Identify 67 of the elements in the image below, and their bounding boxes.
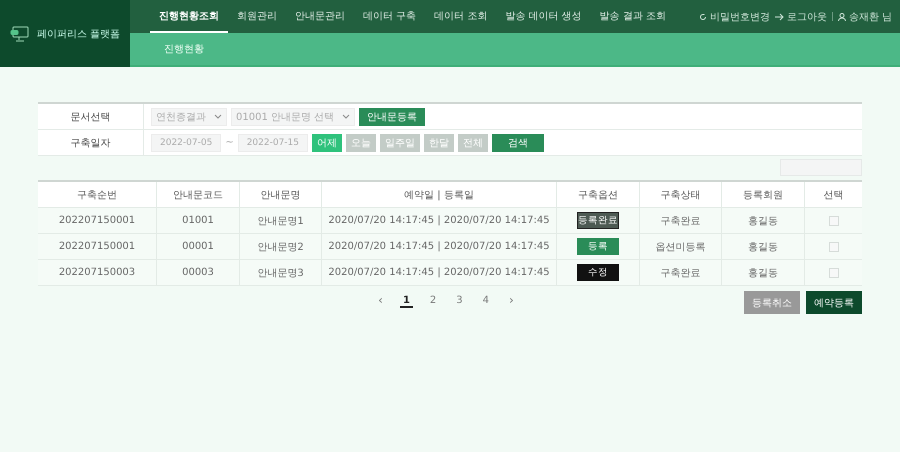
nav-tab[interactable]: 데이터 구축 (354, 0, 426, 33)
table-cell: 옵션미등록 (640, 234, 722, 259)
nav-tab[interactable]: 발송 데이터 생성 (496, 0, 591, 33)
user-icon (838, 12, 846, 20)
cancel-registration-button[interactable]: 등록취소 (744, 291, 800, 314)
next-page-button[interactable]: › (506, 293, 517, 309)
table-cell: 안내문명3 (240, 260, 322, 285)
nav-tab[interactable]: 회원관리 (228, 0, 286, 33)
subnav-item[interactable]: 진행현황 (150, 42, 218, 56)
search-button[interactable]: 검색 (492, 134, 544, 152)
page-link[interactable]: 2 (426, 294, 440, 308)
table-cell: 2020/07/20 14:17:45 | 2020/07/20 14:17:45 (322, 260, 557, 285)
table-cell: 202207150001 (38, 208, 157, 233)
column-header: 구축옵션 (557, 182, 640, 207)
column-header: 구축순번 (38, 182, 157, 207)
logout-link[interactable]: 로그아웃 (774, 10, 827, 24)
table-cell: 202207150001 (38, 234, 157, 259)
table-cell: 2020/07/20 14:17:45 | 2020/07/20 14:17:45 (322, 234, 557, 259)
date-separator: ~ (225, 137, 234, 148)
table-cell: 00003 (157, 260, 240, 285)
chevron-down-icon (214, 114, 222, 119)
platform-title: 페이퍼리스 플랫폼 (36, 28, 120, 40)
column-header: 구축상태 (640, 182, 722, 207)
page-link[interactable]: 3 (453, 294, 466, 308)
reserve-button[interactable]: 예약등록 (806, 291, 862, 314)
table-cell: 홍길동 (722, 260, 805, 285)
row-checkbox[interactable] (828, 242, 838, 252)
option-button[interactable]: 등록 (577, 238, 619, 255)
change-password-link[interactable]: 비밀번호변경 (698, 10, 770, 24)
notice-select[interactable]: 01001 안내문명 선택 (231, 108, 356, 126)
column-header: 등록회원 (722, 182, 805, 207)
page-link[interactable]: 1 (400, 294, 413, 308)
column-header: 예약일 | 등록일 (322, 182, 557, 207)
row-checkbox[interactable] (828, 216, 838, 226)
option-button[interactable]: 등록완료 (577, 212, 619, 229)
field-label: 문서선택 (38, 104, 144, 129)
column-header: 안내문코드 (157, 182, 240, 207)
column-header: 선택 (822, 188, 844, 202)
column-header: 안내문명 (240, 182, 322, 207)
table-cell: 구축완료 (640, 208, 722, 233)
table-cell: 홍길동 (722, 208, 805, 233)
row-checkbox[interactable] (828, 268, 838, 278)
nav-tab[interactable]: 안내문관리 (286, 0, 354, 33)
table-cell: 00001 (157, 234, 240, 259)
refresh-icon (698, 12, 707, 20)
table-cell: 구축완료 (640, 260, 722, 285)
range-button[interactable]: 어제 (312, 134, 342, 152)
table-cell: 홍길동 (722, 234, 805, 259)
nav-tab[interactable]: 발송 결과 조회 (590, 0, 676, 33)
option-button[interactable]: 수정 (577, 264, 619, 281)
table-cell: 01001 (157, 208, 240, 233)
user-link[interactable]: 송재환 님 (838, 10, 892, 24)
field-label: 구축일자 (38, 130, 144, 155)
monitor-icon (10, 26, 30, 42)
nav-tab[interactable]: 데이터 조회 (425, 0, 496, 33)
page-link[interactable]: 4 (480, 294, 492, 308)
table-cell: 안내문명1 (240, 208, 322, 233)
table-cell: 2020/07/20 14:17:45 | 2020/07/20 14:17:45 (322, 208, 557, 233)
date-field[interactable]: 2022-07-15 (238, 134, 308, 152)
register-notice-button[interactable]: 안내문등록 (359, 108, 426, 126)
table-cell: 202207150003 (38, 260, 157, 285)
category-select[interactable]: 연천종결과 (151, 108, 227, 126)
prev-page-button[interactable]: ‹ (375, 293, 386, 309)
table-cell: 안내문명2 (240, 234, 322, 259)
chevron-down-icon (342, 114, 350, 119)
date-field[interactable]: 2022-07-05 (151, 134, 222, 152)
arrow-icon (774, 12, 784, 20)
